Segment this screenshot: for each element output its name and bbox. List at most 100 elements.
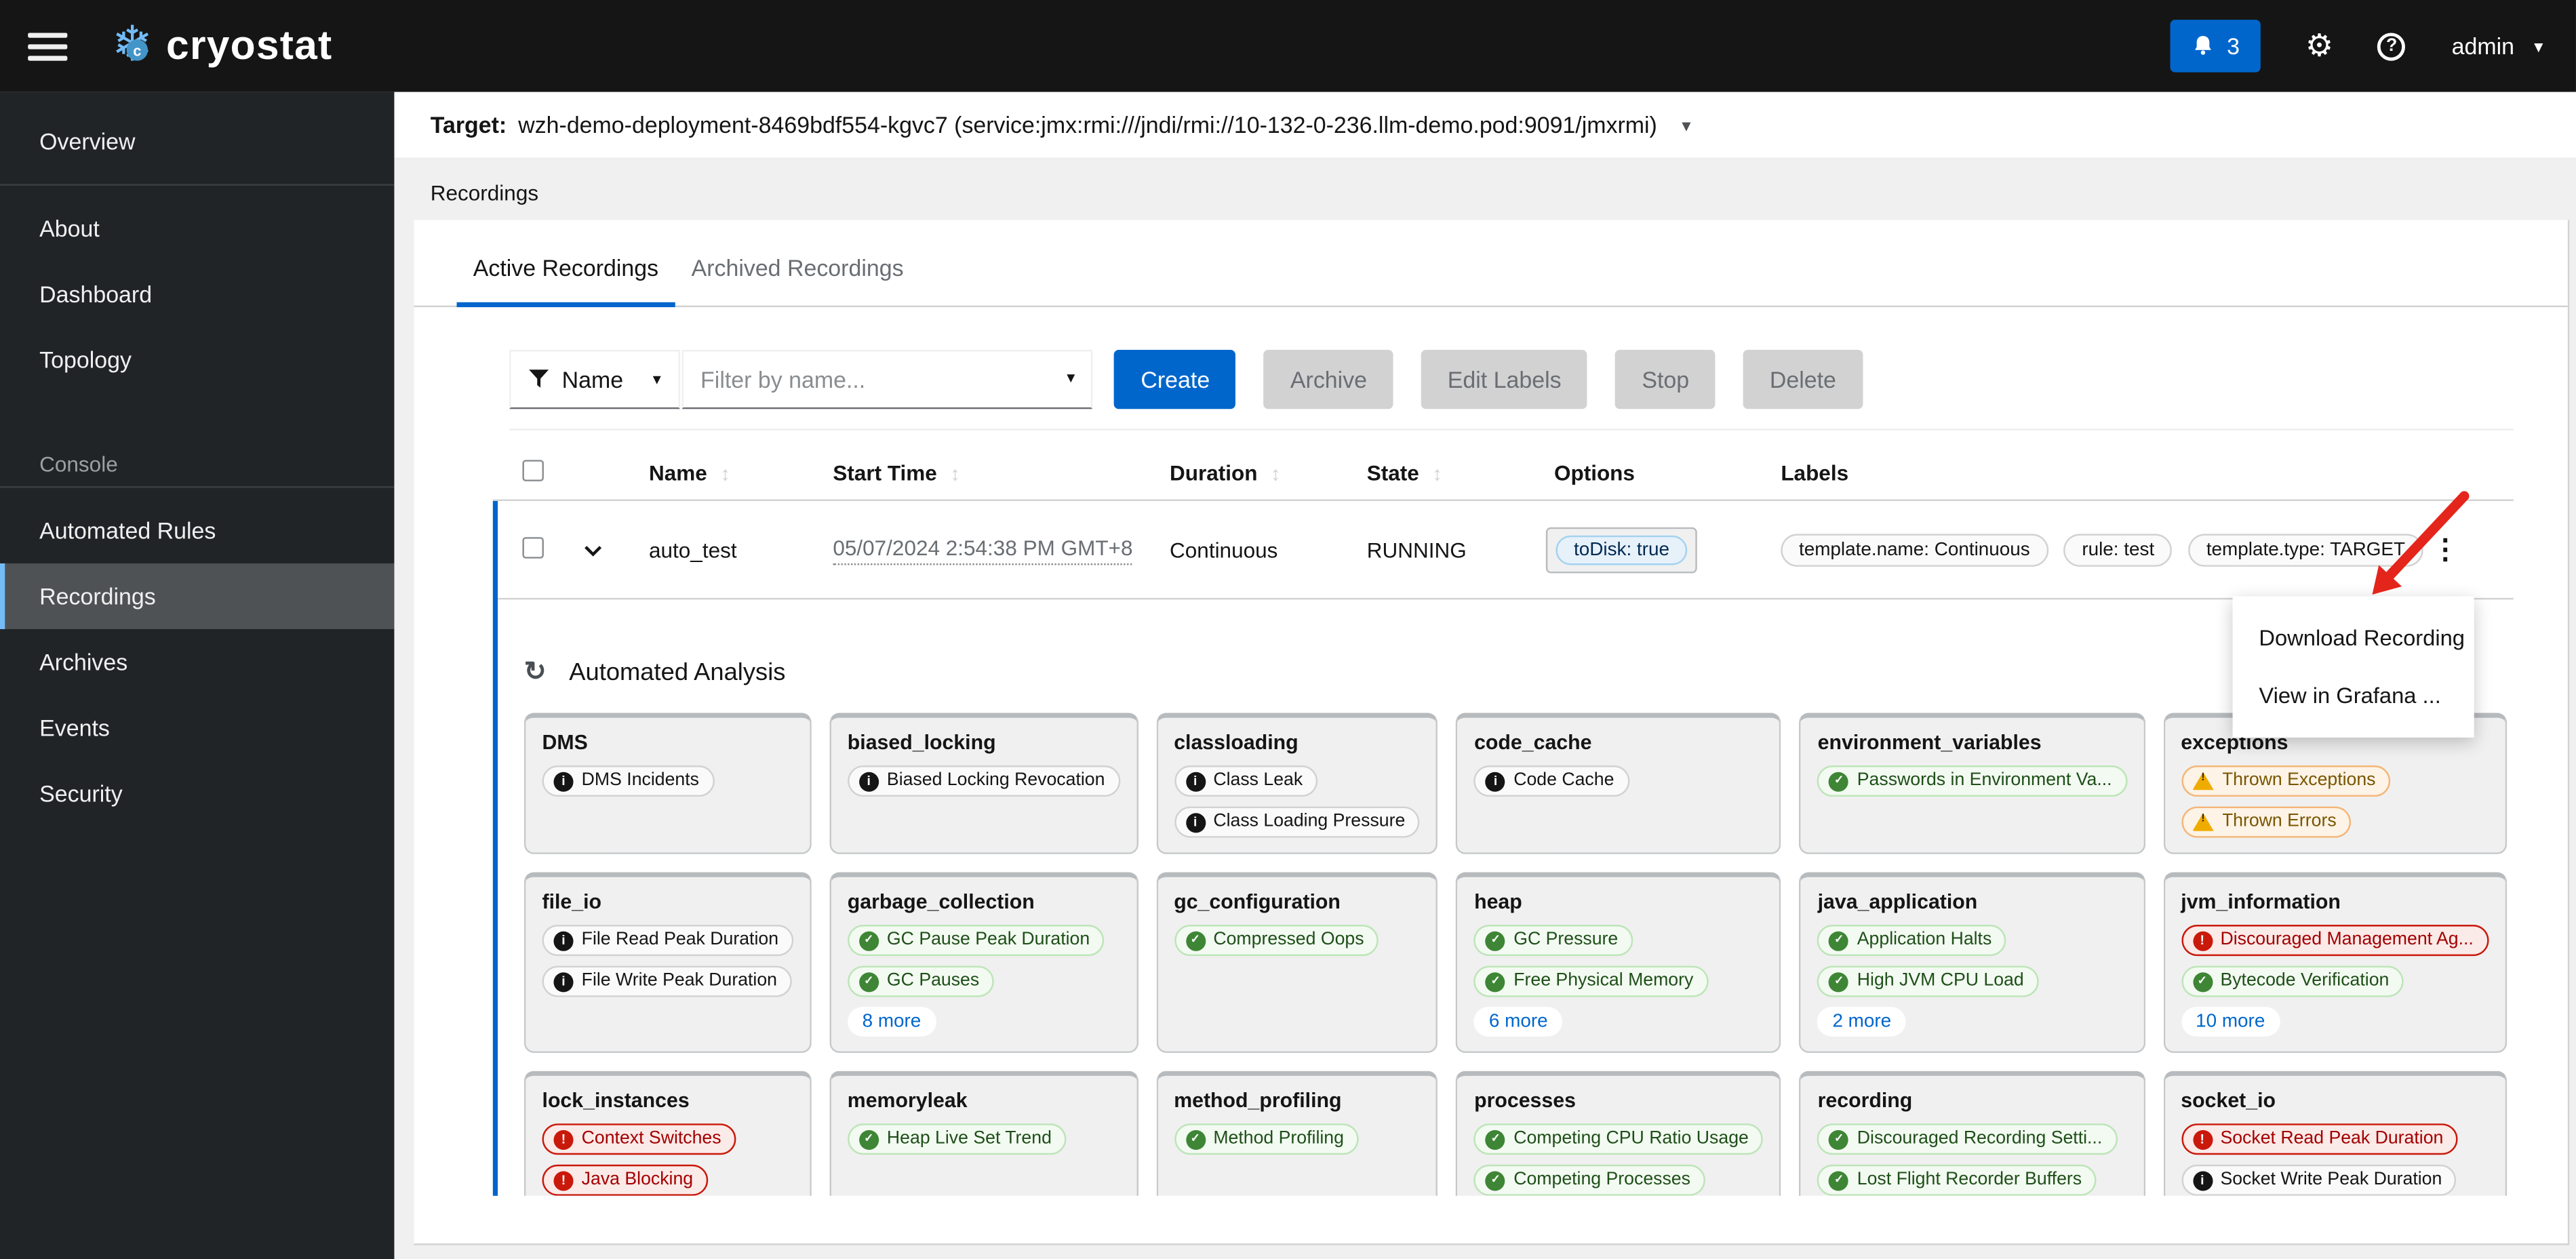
sidebar-item-dashboard[interactable]: Dashboard	[0, 261, 394, 327]
analysis-rule-badge[interactable]: i Class Loading Pressure	[1174, 806, 1421, 838]
analysis-rule-badge[interactable]: ✓ Competing CPU Ratio Usage	[1474, 1123, 1764, 1155]
more-results-link[interactable]: 10 more	[2181, 1007, 2280, 1037]
sidebar-item-recordings[interactable]: Recordings	[0, 563, 395, 629]
analysis-rule-badge[interactable]: ! Discouraged Management Ag...	[2181, 925, 2489, 957]
more-results-link[interactable]: 6 more	[1474, 1007, 1563, 1037]
analysis-rule-badge[interactable]: ✓ GC Pressure	[1474, 925, 1633, 957]
sidebar-item-security[interactable]: Security	[0, 761, 394, 826]
analysis-rule-badge[interactable]: ! Thrown Exceptions	[2181, 765, 2391, 797]
analysis-rule-label: Application Halts	[1857, 930, 1992, 950]
sidebar-item-overview[interactable]: Overview	[0, 108, 394, 174]
label-pill[interactable]: template.type: TARGET	[2188, 533, 2423, 566]
label-pill[interactable]: rule: test	[2063, 533, 2173, 566]
row-kebab-menu-icon[interactable]: ⋮	[2432, 535, 2459, 563]
analysis-rule-badge[interactable]: i DMS Incidents	[542, 765, 714, 797]
analysis-rule-badge[interactable]: ✓ Free Physical Memory	[1474, 965, 1709, 997]
filter-field-select[interactable]: Name ▾	[509, 350, 681, 409]
sort-icon[interactable]: ↕	[720, 462, 730, 485]
sidebar-section-console: Console	[39, 452, 118, 477]
analysis-rule-badge[interactable]: i Code Cache	[1474, 765, 1629, 797]
more-results-link[interactable]: 8 more	[847, 1007, 936, 1037]
delete-button[interactable]: Delete	[1743, 350, 1863, 409]
row-expand-chevron-icon[interactable]	[583, 537, 603, 561]
sort-icon[interactable]: ↕	[1432, 462, 1442, 485]
column-header-duration[interactable]: Duration ↕	[1170, 460, 1280, 484]
settings-gear-icon[interactable]: ⚙	[2305, 31, 2333, 62]
analysis-rule-badge[interactable]: i Class Leak	[1174, 765, 1318, 797]
select-all-checkbox[interactable]	[522, 459, 544, 485]
analysis-rule-badge[interactable]: ✓ Bytecode Verification	[2181, 965, 2404, 997]
archive-button[interactable]: Archive	[1264, 350, 1393, 409]
analysis-rule-badge[interactable]: i Biased Locking Revocation	[847, 765, 1120, 797]
analysis-card-title: recording	[1817, 1089, 1913, 1113]
analysis-rule-badge[interactable]: ✓ Application Halts	[1817, 925, 2007, 957]
user-menu-caret-icon[interactable]: ▾	[2534, 35, 2543, 57]
analysis-rule-badge[interactable]: i Socket Write Peak Duration	[2181, 1164, 2457, 1196]
name-filter-caret-icon[interactable]: ▾	[1067, 369, 1075, 388]
check-circle-icon: ✓	[1486, 930, 1506, 951]
recording-state: RUNNING	[1366, 537, 1467, 562]
column-header-state[interactable]: State ↕	[1367, 460, 1442, 484]
more-results-link[interactable]: 2 more	[1817, 1007, 1906, 1037]
brand[interactable]: ❄c cryostat	[112, 20, 333, 71]
sidebar-item-automated-rules[interactable]: Automated Rules	[0, 498, 394, 563]
analysis-rule-label: High JVM CPU Load	[1857, 970, 2024, 991]
analysis-rule-label: GC Pauses	[886, 970, 980, 991]
analysis-rule-badge[interactable]: ! Java Blocking	[542, 1164, 708, 1196]
tabs: Active Recordings Archived Recordings	[414, 220, 2568, 308]
column-header-options: Options	[1553, 460, 1635, 485]
analysis-rule-badge[interactable]: i File Write Peak Duration	[542, 965, 792, 997]
analysis-card-gc_configuration: gc_configuration ✓ Compressed Oops	[1155, 872, 1438, 1054]
analysis-rule-label: Passwords in Environment Va...	[1857, 770, 2112, 791]
notifications-button[interactable]: 3	[2171, 20, 2261, 73]
edit-labels-button[interactable]: Edit Labels	[1421, 350, 1588, 409]
target-select-bar[interactable]: Target: wzh-demo-deployment-8469bdf554-k…	[394, 92, 2576, 160]
analysis-rule-badge[interactable]: ✓ High JVM CPU Load	[1817, 965, 2039, 997]
sort-icon[interactable]: ↕	[950, 462, 960, 485]
analysis-rule-badge[interactable]: ✓ Lost Flight Recorder Buffers	[1817, 1164, 2097, 1196]
menu-item-view-in-grafana[interactable]: View in Grafana ...	[2233, 667, 2474, 725]
target-caret-icon[interactable]: ▾	[1682, 114, 1690, 136]
help-icon[interactable]: ?	[2377, 32, 2406, 60]
analysis-rule-badge[interactable]: ✓ Compressed Oops	[1174, 925, 1379, 957]
analysis-rule-label: Thrown Exceptions	[2221, 770, 2376, 791]
analysis-rule-badge[interactable]: ✓ Discouraged Recording Setti...	[1817, 1123, 2118, 1155]
exclamation-circle-icon: !	[553, 1170, 574, 1191]
analysis-rule-badge[interactable]: ✓ GC Pause Peak Duration	[847, 925, 1105, 957]
analysis-rule-badge[interactable]: ! Socket Read Peak Duration	[2181, 1123, 2459, 1155]
analysis-rule-badge[interactable]: ✓ Heap Live Set Trend	[847, 1123, 1067, 1155]
recording-start-time[interactable]: 05/07/2024 2:54:38 PM GMT+8	[833, 535, 1133, 565]
analysis-rule-badge[interactable]: i File Read Peak Duration	[542, 925, 793, 957]
sidebar-item-events[interactable]: Events	[0, 695, 394, 761]
menu-item-download-recording[interactable]: Download Recording	[2233, 609, 2474, 667]
sidebar-item-topology[interactable]: Topology	[0, 327, 394, 393]
sidebar-item-archives[interactable]: Archives	[0, 629, 394, 695]
name-filter-input[interactable]	[682, 350, 1094, 409]
tab-archived-recordings[interactable]: Archived Recordings	[675, 255, 919, 308]
check-circle-icon: ✓	[1185, 1129, 1206, 1149]
analysis-rule-badge[interactable]: ✓ Passwords in Environment Va...	[1817, 765, 2127, 797]
refresh-icon[interactable]: ↻	[524, 659, 546, 686]
sidebar-item-about[interactable]: About	[0, 195, 394, 261]
analysis-rule-badge[interactable]: ✓ GC Pauses	[847, 965, 995, 997]
column-header-name[interactable]: Name ↕	[649, 460, 730, 484]
analysis-card-title: classloading	[1174, 731, 1299, 755]
name-filter: ▾	[682, 350, 1094, 409]
analysis-card-title: heap	[1474, 890, 1522, 914]
column-header-start-time[interactable]: Start Time ↕	[833, 460, 959, 484]
nav-toggle-hamburger-icon[interactable]	[28, 32, 68, 60]
stop-button[interactable]: Stop	[1615, 350, 1716, 409]
analysis-card-DMS: DMS i DMS Incidents	[523, 713, 812, 854]
tab-active-recordings[interactable]: Active Recordings	[456, 255, 675, 308]
analysis-rule-badge[interactable]: ✓ Competing Processes	[1474, 1164, 1705, 1196]
user-menu[interactable]: admin	[2452, 33, 2514, 59]
label-pill[interactable]: template.name: Continuous	[1781, 533, 2048, 566]
row-checkbox[interactable]	[522, 536, 544, 563]
create-button[interactable]: Create	[1114, 350, 1236, 409]
analysis-rule-badge[interactable]: ✓ Method Profiling	[1174, 1123, 1359, 1155]
analysis-rule-badge[interactable]: ! Thrown Errors	[2181, 806, 2352, 838]
sort-icon[interactable]: ↕	[1271, 462, 1281, 485]
analysis-rule-badge[interactable]: ! Context Switches	[542, 1123, 736, 1155]
analysis-card-method_profiling: method_profiling ✓ Method Profiling	[1155, 1071, 1438, 1196]
analysis-card-title: gc_configuration	[1174, 890, 1341, 914]
